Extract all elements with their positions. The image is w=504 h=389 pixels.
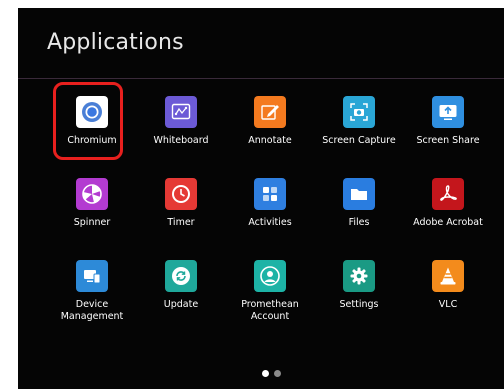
app-timer[interactable]: Timer [138,174,224,248]
app-files[interactable]: Files [316,174,402,248]
settings-icon [343,260,375,292]
vlc-icon [432,260,464,292]
app-label: Device Management [60,299,124,322]
timer-icon [165,178,197,210]
app-label: Spinner [73,217,111,228]
app-screen-share[interactable]: Screen Share [405,92,491,166]
spinner-icon [76,178,108,210]
app-label: Files [348,217,370,228]
device-management-icon [76,260,108,292]
page-title: Applications [47,30,184,55]
app-label: Screen Share [416,135,480,146]
app-activities[interactable]: Activities [227,174,313,248]
app-vlc[interactable]: VLC [405,256,491,330]
activities-icon [254,178,286,210]
page-dot[interactable] [274,370,281,377]
app-whiteboard[interactable]: Whiteboard [138,92,224,166]
screen-capture-icon [343,96,375,128]
page-indicator [262,370,281,377]
app-update[interactable]: Update [138,256,224,330]
app-adobe-acrobat[interactable]: Adobe Acrobat [405,174,491,248]
app-label: Update [163,299,199,310]
app-label: Activities [248,217,292,228]
adobe-acrobat-icon [432,178,464,210]
promethean-account-icon [254,260,286,292]
app-chromium[interactable]: Chromium [49,92,135,166]
files-icon [343,178,375,210]
app-device-management[interactable]: Device Management [49,256,135,330]
screen-share-icon [432,96,464,128]
app-label: Promethean Account [241,299,299,322]
whiteboard-icon [165,96,197,128]
chromium-icon [76,96,108,128]
app-label: VLC [438,299,458,310]
app-settings[interactable]: Settings [316,256,402,330]
title-divider [18,78,504,79]
app-label: Timer [167,217,195,228]
app-label: Adobe Acrobat [413,217,483,228]
app-promethean-account[interactable]: Promethean Account [227,256,313,330]
annotate-icon [254,96,286,128]
app-annotate[interactable]: Annotate [227,92,313,166]
page-dot-active[interactable] [262,370,269,377]
update-icon [165,260,197,292]
app-label: Whiteboard [153,135,209,146]
applications-panel: Applications Chromium Whiteboard Annotat… [18,8,504,389]
app-screen-capture[interactable]: Screen Capture [316,92,402,166]
app-spinner[interactable]: Spinner [49,174,135,248]
app-label: Screen Capture [322,135,396,146]
app-label: Chromium [67,135,117,146]
app-label: Annotate [248,135,292,146]
app-label: Settings [339,299,379,310]
